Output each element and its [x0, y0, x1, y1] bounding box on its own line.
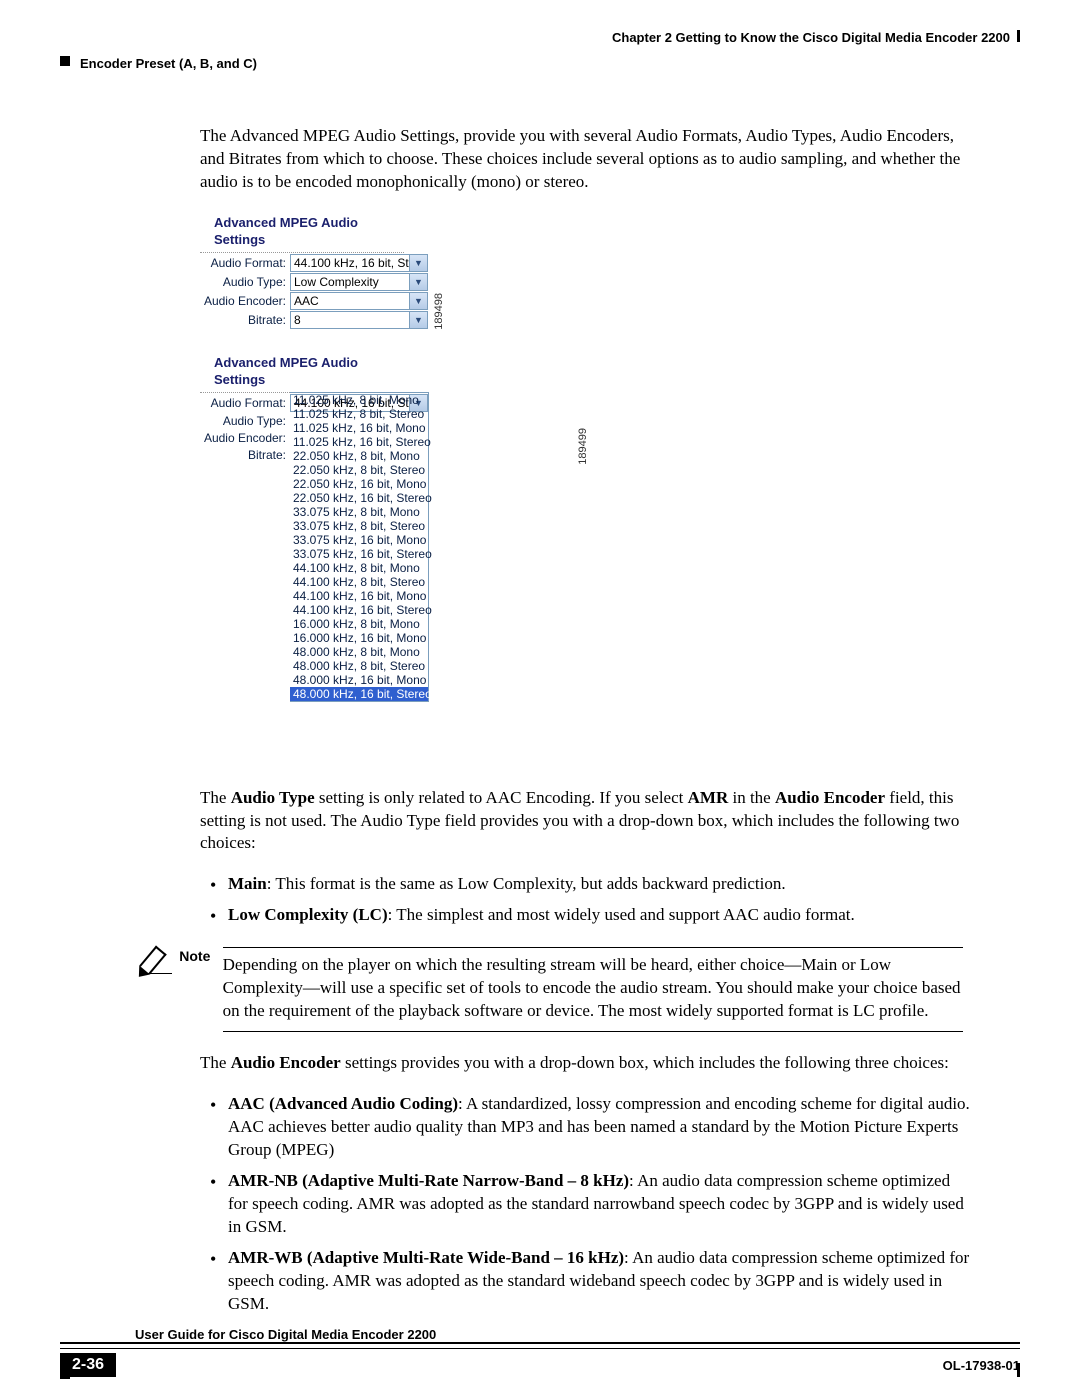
listbox-option[interactable]: 48.000 kHz, 8 bit, Stereo [290, 659, 428, 673]
settings-panel-expanded: Advanced MPEG Audio Settings Audio Forma… [200, 352, 428, 465]
list-item: AMR-NB (Adaptive Multi-Rate Narrow-Band … [210, 1170, 970, 1239]
chevron-down-icon: ▼ [409, 274, 427, 290]
figure-code: 189498 [432, 291, 447, 330]
listbox-option[interactable]: 44.100 kHz, 8 bit, Mono [290, 561, 428, 575]
footer-rule [60, 1342, 1020, 1349]
listbox-option[interactable]: 11.025 kHz, 16 bit, Stereo [290, 435, 428, 449]
footer-marker-right [1017, 1363, 1020, 1377]
listbox-option[interactable]: 48.000 kHz, 8 bit, Mono [290, 645, 428, 659]
section-header: Encoder Preset (A, B, and C) [80, 56, 257, 71]
list-item: Low Complexity (LC): The simplest and mo… [210, 904, 970, 927]
audio-type-dropdown[interactable]: Low Complexity ▼ [290, 273, 428, 291]
listbox-option[interactable]: 44.100 kHz, 16 bit, Stereo [290, 603, 428, 617]
audio-type-value: Low Complexity [294, 274, 379, 290]
listbox-option[interactable]: 33.075 kHz, 16 bit, Stereo [290, 547, 428, 561]
listbox-option[interactable]: 22.050 kHz, 16 bit, Mono [290, 477, 428, 491]
panel-title: Advanced MPEG Audio Settings [200, 352, 404, 393]
audio-type-list: Main: This format is the same as Low Com… [200, 873, 970, 927]
content-body: The Advanced MPEG Audio Settings, provid… [200, 125, 970, 1333]
header-marker-left [60, 56, 70, 66]
page: Chapter 2 Getting to Know the Cisco Digi… [0, 0, 1080, 1397]
footer: User Guide for Cisco Digital Media Encod… [60, 1327, 1020, 1377]
listbox-option[interactable]: 11.025 kHz, 8 bit, Stereo [290, 407, 428, 421]
listbox-option[interactable]: 44.100 kHz, 8 bit, Stereo [290, 575, 428, 589]
note-label: Note [179, 947, 210, 966]
audio-type-paragraph: The Audio Type setting is only related t… [200, 787, 970, 856]
footer-title: User Guide for Cisco Digital Media Encod… [135, 1327, 1020, 1342]
bitrate-label: Bitrate: [200, 312, 290, 328]
chapter-header: Chapter 2 Getting to Know the Cisco Digi… [612, 30, 1010, 45]
listbox-option[interactable]: 33.075 kHz, 8 bit, Stereo [290, 519, 428, 533]
audio-encoder-paragraph: The Audio Encoder settings provides you … [200, 1052, 970, 1075]
listbox-option[interactable]: 33.075 kHz, 16 bit, Mono [290, 533, 428, 547]
list-item: Main: This format is the same as Low Com… [210, 873, 970, 896]
audio-encoder-dropdown[interactable]: AAC ▼ [290, 292, 428, 310]
listbox-option[interactable]: 11.025 kHz, 16 bit, Mono [290, 421, 428, 435]
note-text: Depending on the player on which the res… [223, 947, 963, 1032]
list-item: AAC (Advanced Audio Coding): A standardi… [210, 1093, 970, 1162]
footer-marker-left [60, 1369, 70, 1379]
listbox-option[interactable]: 22.050 kHz, 16 bit, Stereo [290, 491, 428, 505]
figure-panel-1: Advanced MPEG Audio Settings Audio Forma… [200, 212, 970, 330]
panel-title: Advanced MPEG Audio Settings [200, 212, 404, 253]
doc-id: OL-17938-01 [943, 1358, 1020, 1373]
chevron-down-icon: ▼ [409, 293, 427, 309]
listbox-option[interactable]: 22.050 kHz, 8 bit, Mono [290, 449, 428, 463]
audio-format-listbox[interactable]: 11.025 kHz, 8 bit, Mono11.025 kHz, 8 bit… [290, 392, 429, 702]
intro-paragraph: The Advanced MPEG Audio Settings, provid… [200, 125, 970, 194]
listbox-option[interactable]: 11.025 kHz, 8 bit, Mono [290, 393, 428, 407]
listbox-option[interactable]: 22.050 kHz, 8 bit, Stereo [290, 463, 428, 477]
header-marker-right [1017, 30, 1020, 42]
figure-code: 189499 [576, 426, 591, 465]
audio-type-label: Audio Type: [200, 274, 290, 290]
audio-encoder-list: AAC (Advanced Audio Coding): A standardi… [200, 1093, 970, 1315]
audio-format-value: 44.100 kHz, 16 bit, Stere [294, 255, 426, 271]
audio-encoder-label: Audio Encoder: [200, 430, 290, 446]
listbox-option[interactable]: 48.000 kHz, 16 bit, Mono [290, 673, 428, 687]
listbox-option[interactable]: 16.000 kHz, 16 bit, Mono [290, 631, 428, 645]
list-item: AMR-WB (Adaptive Multi-Rate Wide-Band – … [210, 1247, 970, 1316]
listbox-option[interactable]: 16.000 kHz, 8 bit, Mono [290, 617, 428, 631]
listbox-option[interactable]: 33.075 kHz, 8 bit, Mono [290, 505, 428, 519]
chevron-down-icon: ▼ [409, 255, 427, 271]
bitrate-label: Bitrate: [200, 447, 290, 463]
note-block: Note Depending on the player on which th… [140, 947, 970, 1032]
audio-format-dropdown[interactable]: 44.100 kHz, 16 bit, Stere▼ [290, 254, 428, 272]
listbox-option[interactable]: 48.000 kHz, 16 bit, Stereo [290, 687, 428, 701]
bitrate-value: 8 [294, 312, 301, 328]
chevron-down-icon: ▼ [409, 312, 427, 328]
settings-panel-collapsed: Advanced MPEG Audio Settings Audio Forma… [200, 212, 428, 330]
audio-encoder-label: Audio Encoder: [200, 293, 290, 309]
audio-type-label: Audio Type: [200, 413, 290, 429]
listbox-option[interactable]: 44.100 kHz, 16 bit, Mono [290, 589, 428, 603]
bitrate-dropdown[interactable]: 8▼ [290, 311, 428, 329]
audio-format-label: Audio Format: [200, 255, 290, 271]
pencil-icon [140, 947, 170, 974]
audio-encoder-value: AAC [294, 293, 319, 309]
figure-panel-2: Advanced MPEG Audio Settings Audio Forma… [200, 352, 970, 465]
audio-format-label: Audio Format: [200, 395, 290, 411]
